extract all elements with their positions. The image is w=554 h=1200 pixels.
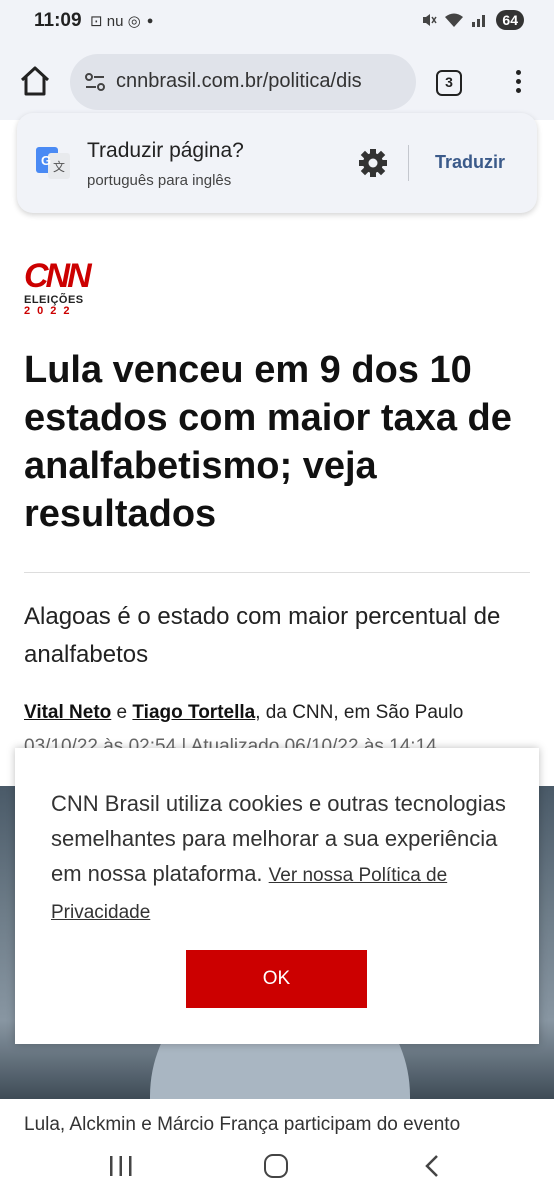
battery-icon: 64 bbox=[496, 10, 524, 30]
home-icon[interactable] bbox=[18, 64, 52, 98]
divider bbox=[408, 145, 409, 181]
svg-text:G: G bbox=[41, 153, 51, 168]
cookie-message: CNN Brasil utiliza cookies e outras tecn… bbox=[51, 786, 521, 930]
tab-switcher-button[interactable]: 3 bbox=[436, 70, 462, 96]
status-time: 11:09 bbox=[34, 10, 82, 31]
article-byline: Vital Neto e Tiago Tortella, da CNN, em … bbox=[24, 702, 463, 724]
translate-language-pair: português para inglês bbox=[87, 172, 232, 189]
divider bbox=[24, 572, 530, 573]
article-subtitle: Alagoas é o estado com maior percentual … bbox=[24, 603, 501, 668]
gear-icon[interactable] bbox=[357, 147, 389, 179]
translate-button[interactable]: Traduzir bbox=[435, 152, 505, 173]
cookie-ok-button[interactable]: OK bbox=[186, 950, 367, 1008]
site-settings-icon[interactable] bbox=[84, 71, 106, 93]
cookie-consent-banner: CNN Brasil utiliza cookies e outras tecn… bbox=[15, 748, 539, 1044]
overflow-menu-icon[interactable] bbox=[508, 66, 528, 100]
translate-title: Traduzir página? bbox=[87, 139, 244, 162]
system-navigation-bar bbox=[0, 1134, 554, 1200]
more-notifications-dot-icon: ● bbox=[146, 15, 154, 27]
logo-year: 2022 bbox=[24, 305, 77, 317]
wifi-icon bbox=[445, 13, 464, 27]
byline-location: , da CNN, em São Paulo bbox=[255, 702, 464, 723]
byline-connector: e bbox=[111, 702, 133, 723]
logo-brand: CNN bbox=[24, 257, 92, 295]
translate-prompt: G 文 Traduzir página? português para ingl… bbox=[17, 113, 537, 213]
home-nav-icon[interactable] bbox=[264, 1154, 288, 1178]
svg-text:文: 文 bbox=[53, 159, 65, 174]
recent-apps-icon[interactable] bbox=[108, 1154, 134, 1178]
back-icon[interactable] bbox=[424, 1154, 440, 1178]
status-bar: 11:09 ⊡ nu ◎ ● 64 bbox=[0, 0, 554, 44]
notification-icon-group: ⊡ nu ◎ bbox=[90, 13, 141, 30]
author-link[interactable]: Vital Neto bbox=[24, 702, 111, 723]
browser-toolbar: cnnbrasil.com.br/politica/dis 3 bbox=[0, 44, 554, 120]
image-caption: Lula, Alckmin e Márcio França participam… bbox=[24, 1114, 461, 1134]
mute-icon bbox=[423, 14, 438, 26]
signal-icon bbox=[472, 15, 486, 27]
notification-icons: ⊡ nu ◎ ● bbox=[90, 12, 153, 30]
url-bar[interactable]: cnnbrasil.com.br/politica/dis bbox=[70, 54, 416, 110]
url-text[interactable]: cnnbrasil.com.br/politica/dis bbox=[116, 70, 362, 93]
system-status-icons: 64 bbox=[421, 10, 524, 30]
google-translate-icon: G 文 bbox=[36, 147, 70, 179]
cnn-elections-logo[interactable]: CNN ELEIÇÕES 2022 bbox=[24, 257, 92, 320]
author-link[interactable]: Tiago Tortella bbox=[132, 702, 255, 723]
article-headline: Lula venceu em 9 dos 10 estados com maio… bbox=[24, 349, 512, 535]
